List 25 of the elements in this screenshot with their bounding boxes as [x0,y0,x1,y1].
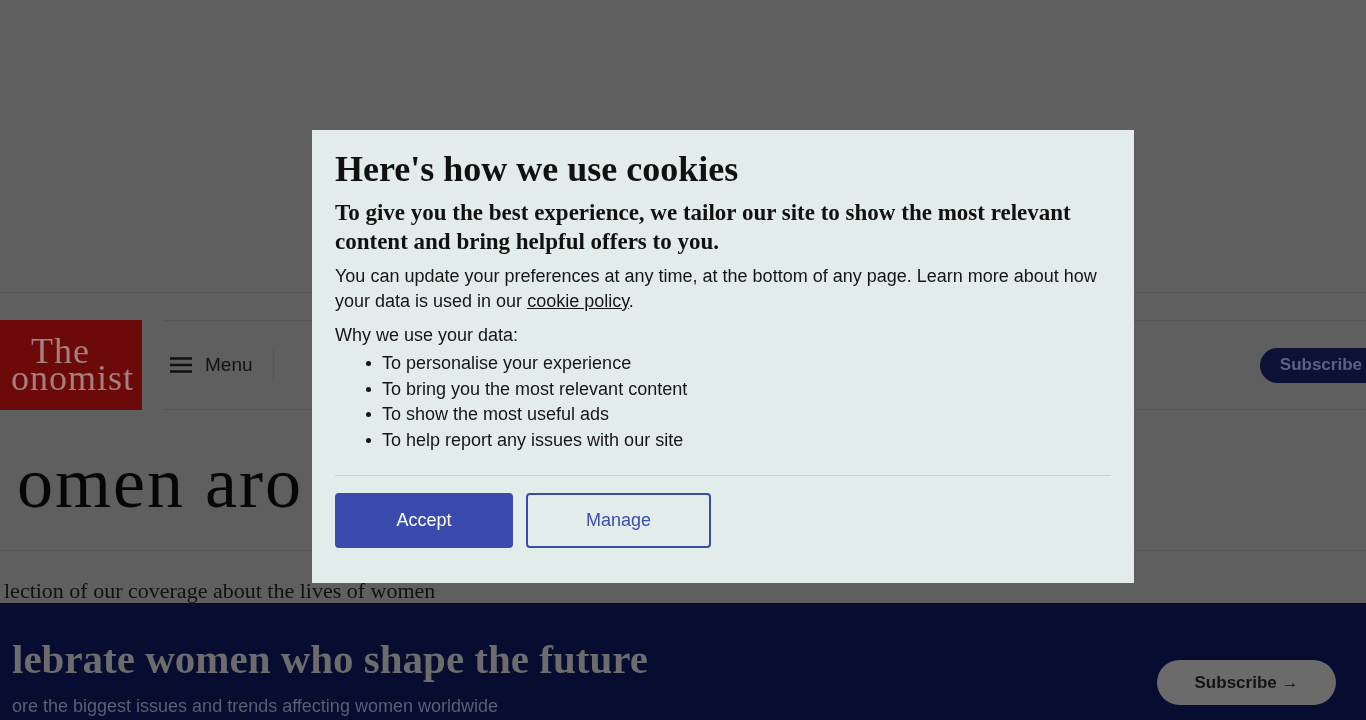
bullet-icon [366,412,371,418]
page-title: omen aro [17,447,303,519]
dialog-title: Here's how we use cookies [335,148,739,190]
logo-text: onomist [11,365,134,392]
bullet-icon [366,437,371,443]
reason-text: To bring you the most relevant content [382,377,688,401]
dialog-text: You can update your preferences at any time, at the bottom of any page. Learn more about how your data is used in our cookie policy. [335,265,1098,313]
logo[interactable]: The onomist [0,320,142,410]
menu-button[interactable]: Menu [170,350,253,380]
list-heading: Why we use your data: [335,324,519,347]
dialog-lead: To give you the best experience, we tailor our site to show the most relevant content and bring helpful offers to you. [335,199,1072,256]
bullet-icon [366,361,371,367]
logo-text: The [31,338,90,365]
reason-text: To personalise your experience [382,352,632,376]
manage-button[interactable]: Manage [526,493,711,548]
subscribe-button[interactable]: Subscribe [1259,347,1366,383]
reason-text: To show the most useful ads [382,403,610,427]
cookie-policy-link[interactable]: cookie policy [527,291,629,311]
subscribe-button[interactable]: Subscribe → [1157,660,1336,705]
accept-button[interactable]: Accept [335,493,513,548]
page-subtitle: lection of our coverage about the lives of women [4,580,436,602]
reason-text: To help report any issues with our site [382,428,684,452]
menu-icon [170,357,192,373]
bullet-icon [366,386,371,392]
banner-text: ore the biggest issues and trends affecting women worldwide [12,697,498,715]
